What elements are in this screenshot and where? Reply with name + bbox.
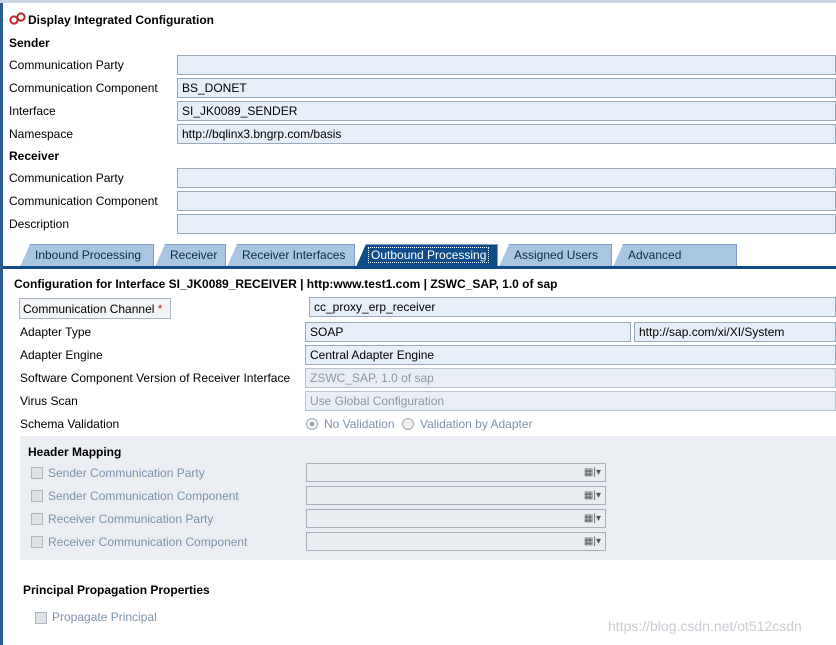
channel-button-label: Communication Channel xyxy=(23,302,155,316)
radio-no-validation-label: No Validation xyxy=(324,417,395,431)
principal-heading: Principal Propagation Properties xyxy=(23,583,210,597)
receiver-party-label: Communication Party xyxy=(9,171,124,185)
propagate-principal-label: Propagate Principal xyxy=(52,610,157,624)
page-title: Display Integrated Configuration xyxy=(28,13,215,27)
sender-interface-field[interactable]: SI_JK0089_SENDER xyxy=(177,101,836,121)
receiver-component-checkbox[interactable] xyxy=(31,536,43,548)
tab-inbound-processing[interactable]: Inbound Processing xyxy=(20,244,154,267)
glasses-icon xyxy=(9,12,26,26)
sender-namespace-field[interactable]: http://bqlinx3.bngrp.com/basis xyxy=(177,124,836,144)
tab-label: Assigned Users xyxy=(514,248,599,262)
sender-component-field[interactable]: BS_DONET xyxy=(177,78,836,98)
sender-component-checkbox[interactable] xyxy=(31,490,43,502)
sender-party-field[interactable] xyxy=(177,55,836,75)
tab-assigned-users[interactable]: Assigned Users xyxy=(499,244,612,267)
receiver-description-field[interactable] xyxy=(177,214,836,234)
communication-channel-field[interactable]: cc_proxy_erp_receiver xyxy=(309,297,836,317)
sender-component-label: Communication Component xyxy=(9,81,158,95)
schema-validation-label: Schema Validation xyxy=(20,417,120,431)
tab-label: Receiver xyxy=(170,248,218,262)
hm-sender-party-dropdown[interactable]: ▦|▾ xyxy=(306,463,606,482)
tab-advanced-settings[interactable]: Advanced Settings xyxy=(613,244,737,267)
propagate-principal-checkbox[interactable] xyxy=(35,612,47,624)
hm-sender-component-dropdown[interactable]: ▦|▾ xyxy=(306,486,606,505)
virus-scan-label: Virus Scan xyxy=(20,394,78,408)
receiver-component-label: Communication Component xyxy=(9,194,158,208)
receiver-description-label: Description xyxy=(9,217,70,231)
sender-namespace-label: Namespace xyxy=(9,127,74,141)
communication-channel-button[interactable]: Communication Channel * xyxy=(19,298,171,319)
receiver-party-field[interactable] xyxy=(177,168,836,188)
adapter-type-field[interactable]: SOAP xyxy=(305,322,631,342)
radio-no-validation[interactable] xyxy=(306,418,318,430)
swcv-field: ZSWC_SAP, 1.0 of sap xyxy=(305,368,836,388)
hm-receiver-party-label: Receiver Communication Party xyxy=(48,512,214,526)
hm-receiver-component-dropdown[interactable]: ▦|▾ xyxy=(306,532,606,551)
virus-scan-field: Use Global Configuration xyxy=(305,391,836,411)
sender-party-checkbox[interactable] xyxy=(31,467,43,479)
sender-interface-label: Interface xyxy=(9,104,56,118)
sender-heading: Sender xyxy=(9,36,50,50)
adapter-engine-label: Adapter Engine xyxy=(20,348,103,362)
sender-party-label: Communication Party xyxy=(9,58,124,72)
header-mapping-heading: Header Mapping xyxy=(28,445,122,459)
receiver-component-field[interactable] xyxy=(177,191,836,211)
tab-label: Outbound Processing xyxy=(367,247,490,263)
adapter-engine-field[interactable]: Central Adapter Engine xyxy=(305,345,836,365)
hm-receiver-component-label: Receiver Communication Component xyxy=(48,535,248,549)
tab-underline xyxy=(3,266,836,269)
value-help-icon[interactable]: ▦|▾ xyxy=(578,511,604,526)
tab-receiver-interfaces[interactable]: Receiver Interfaces xyxy=(227,244,355,267)
adapter-type-label: Adapter Type xyxy=(20,325,92,339)
adapter-namespace-field[interactable]: http://sap.com/xi/XI/System xyxy=(634,322,836,342)
required-mark: * xyxy=(157,302,163,316)
tab-label: Inbound Processing xyxy=(35,248,142,262)
top-border xyxy=(0,0,836,3)
left-border xyxy=(0,0,3,645)
receiver-heading: Receiver xyxy=(9,149,60,163)
value-help-icon[interactable]: ▦|▾ xyxy=(578,534,604,549)
swcv-label: Software Component Version of Receiver I… xyxy=(20,371,291,385)
config-title: Configuration for Interface SI_JK0089_RE… xyxy=(14,277,558,291)
tab-label: Receiver Interfaces xyxy=(242,248,346,262)
receiver-party-checkbox[interactable] xyxy=(31,513,43,525)
value-help-icon[interactable]: ▦|▾ xyxy=(578,488,604,503)
watermark: https://blog.csdn.net/ot512csdn xyxy=(608,618,802,634)
radio-validation-by-adapter-label: Validation by Adapter xyxy=(420,417,533,431)
hm-sender-component-label: Sender Communication Component xyxy=(48,489,239,503)
tab-receiver[interactable]: Receiver xyxy=(155,244,226,267)
hm-receiver-party-dropdown[interactable]: ▦|▾ xyxy=(306,509,606,528)
hm-sender-party-label: Sender Communication Party xyxy=(48,466,205,480)
radio-validation-by-adapter[interactable] xyxy=(402,418,414,430)
tab-outbound-processing[interactable]: Outbound Processing xyxy=(356,244,498,267)
value-help-icon[interactable]: ▦|▾ xyxy=(578,465,604,480)
